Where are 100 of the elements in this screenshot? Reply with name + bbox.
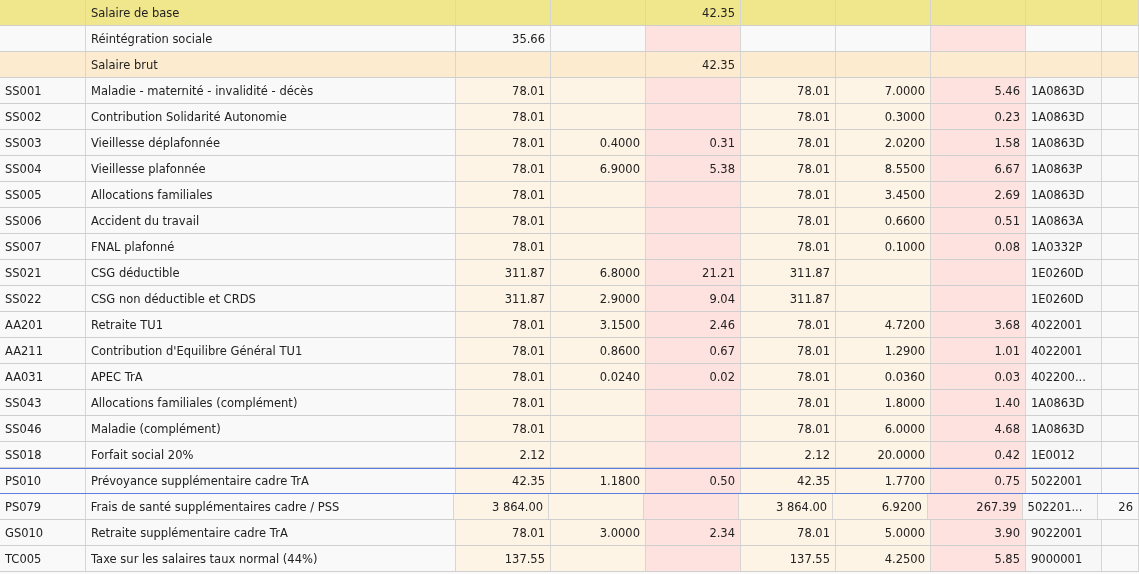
table-cell: Contribution d'Equilibre Général TU1 — [91, 343, 303, 358]
table-cell: 78.01 — [512, 525, 545, 540]
table-row[interactable]: TC005 Taxe sur les salaires taux normal (44%) 137.55 137.55 4.2500 5.85 9000001 — [0, 546, 1139, 572]
table-cell: 6.67 — [994, 161, 1020, 176]
table-cell: 78.01 — [512, 109, 545, 124]
table-cell: 35.66 — [512, 31, 545, 46]
table-cell: 42.35 — [797, 474, 830, 488]
table-cell: 78.01 — [512, 395, 545, 410]
table-cell: 4022001 — [1031, 343, 1083, 358]
table-cell: 402200... — [1031, 369, 1086, 384]
table-cell: SS006 — [5, 213, 42, 228]
table-cell: 0.67 — [709, 343, 735, 358]
table-cell: 78.01 — [797, 161, 830, 176]
table-row[interactable]: SS003 Vieillesse déplafonnée 78.01 0.4000 0.31 78.01 2.0200 1.58 1A0863D — [0, 130, 1139, 156]
table-cell: 5.0000 — [884, 525, 925, 540]
table-cell: 78.01 — [512, 369, 545, 384]
table-cell: 2.12 — [804, 447, 830, 462]
table-cell: 1.40 — [994, 395, 1020, 410]
table-cell: 4022001 — [1031, 317, 1083, 332]
table-cell: 20.0000 — [877, 447, 925, 462]
table-cell: 78.01 — [797, 343, 830, 358]
table-cell: 0.3000 — [884, 109, 925, 124]
table-cell: 78.01 — [797, 135, 830, 150]
table-cell: 78.01 — [797, 317, 830, 332]
table-cell: 1E0260D — [1031, 291, 1084, 306]
table-cell: 1.7700 — [884, 474, 925, 488]
table-cell: 1A0863D — [1031, 83, 1085, 98]
table-cell: 0.31 — [709, 135, 735, 150]
table-cell: SS001 — [5, 83, 42, 98]
table-cell: Maladie (complément) — [91, 421, 221, 436]
table-cell: 78.01 — [512, 187, 545, 202]
table-row[interactable]: Salaire brut 42.35 — [0, 52, 1139, 78]
table-cell: Salaire de base — [91, 5, 180, 20]
table-cell: 7.0000 — [884, 83, 925, 98]
table-row[interactable]: SS007 FNAL plafonné 78.01 78.01 0.1000 0.08 1A0332P — [0, 234, 1139, 260]
table-cell: 78.01 — [797, 83, 830, 98]
table-cell: 42.35 — [702, 57, 735, 72]
table-cell: 78.01 — [512, 135, 545, 150]
table-cell: 8.5500 — [884, 161, 925, 176]
table-cell: 0.75 — [994, 474, 1020, 488]
table-cell: 78.01 — [797, 109, 830, 124]
table-cell: Taxe sur les salaires taux normal (44%) — [91, 551, 318, 566]
table-row[interactable]: SS005 Allocations familiales 78.01 78.01 3.4500 2.69 1A0863D — [0, 182, 1139, 208]
table-cell: 3.0000 — [599, 525, 640, 540]
table-row[interactable]: Réintégration sociale 35.66 — [0, 26, 1139, 52]
table-cell: 78.01 — [512, 239, 545, 254]
table-cell: Salaire brut — [91, 57, 158, 72]
table-cell: FNAL plafonné — [91, 239, 175, 254]
table-cell: SS046 — [5, 421, 42, 436]
table-cell: 78.01 — [512, 161, 545, 176]
table-cell: 311.87 — [504, 291, 545, 306]
table-cell: AA201 — [5, 317, 43, 332]
table-cell: SS021 — [5, 265, 42, 280]
table-cell: PS079 — [5, 499, 42, 514]
table-cell: 311.87 — [504, 265, 545, 280]
table-cell: 1.2900 — [884, 343, 925, 358]
table-cell: 1.01 — [994, 343, 1020, 358]
table-cell: 6.0000 — [884, 421, 925, 436]
table-cell: 5022001 — [1031, 474, 1083, 488]
table-cell: 78.01 — [797, 369, 830, 384]
table-row[interactable]: SS018 Forfait social 20% 2.12 2.12 20.0000 0.42 1E0012 — [0, 442, 1139, 468]
table-row[interactable]: AA211 Contribution d'Equilibre Général TU1 78.01 0.8600 0.67 78.01 1.2900 1.01 4022001 — [0, 338, 1139, 364]
table-cell: Maladie - maternité - invalidité - décès — [91, 83, 314, 98]
table-cell: 1A0863D — [1031, 395, 1085, 410]
table-cell: 0.1000 — [884, 239, 925, 254]
table-cell: 1.58 — [994, 135, 1020, 150]
table-cell: 5.38 — [709, 161, 735, 176]
table-cell: AA211 — [5, 343, 43, 358]
table-cell: Vieillesse plafonnée — [91, 161, 206, 176]
table-cell: 137.55 — [789, 551, 830, 566]
table-cell: SS005 — [5, 187, 42, 202]
table-cell: PS010 — [5, 474, 42, 488]
table-cell: Retraite supplémentaire cadre TrA — [91, 525, 288, 540]
table-row[interactable]: AA201 Retraite TU1 78.01 3.1500 2.46 78.01 4.7200 3.68 4022001 — [0, 312, 1139, 338]
table-cell: SS002 — [5, 109, 42, 124]
table-row[interactable]: SS021 CSG déductible 311.87 6.8000 21.21 311.87 1E0260D — [0, 260, 1139, 286]
table-cell: SS004 — [5, 161, 42, 176]
table-cell: 4.68 — [994, 421, 1020, 436]
table-row[interactable]: PS079 Frais de santé supplémentaires cadre / PSS 3 864.00 3 864.00 6.9200 267.39 502201... 26 — [0, 494, 1139, 520]
table-row[interactable]: SS004 Vieillesse plafonnée 78.01 6.9000 5.38 78.01 8.5500 6.67 1A0863P — [0, 156, 1139, 182]
table-row[interactable]: Salaire de base 42.35 — [0, 0, 1139, 26]
table-row[interactable]: SS002 Contribution Solidarité Autonomie 78.01 78.01 0.3000 0.23 1A0863D — [0, 104, 1139, 130]
table-row[interactable]: GS010 Retraite supplémentaire cadre TrA 78.01 3.0000 2.34 78.01 5.0000 3.90 9022001 — [0, 520, 1139, 546]
table-cell: Forfait social 20% — [91, 447, 194, 462]
table-row[interactable]: SS046 Maladie (complément) 78.01 78.01 6.0000 4.68 1A0863D — [0, 416, 1139, 442]
table-row[interactable]: SS006 Accident du travail 78.01 78.01 0.6600 0.51 1A0863A — [0, 208, 1139, 234]
table-row[interactable]: PS010 Prévoyance supplémentaire cadre TrA 42.35 1.1800 0.50 42.35 1.7700 0.75 5022001 — [0, 468, 1139, 494]
table-cell: 78.01 — [797, 213, 830, 228]
table-cell: 5.85 — [994, 551, 1020, 566]
table-cell: 0.42 — [994, 447, 1020, 462]
table-cell: Frais de santé supplémentaires cadre / PSS — [90, 499, 340, 514]
table-row[interactable]: AA031 APEC TrA 78.01 0.0240 0.02 78.01 0.0360 0.03 402200... — [0, 364, 1139, 390]
table-cell: Accident du travail — [91, 213, 200, 228]
table-cell: 6.9200 — [881, 499, 922, 514]
table-cell: 1A0863D — [1031, 421, 1085, 436]
table-cell: Contribution Solidarité Autonomie — [91, 109, 287, 124]
table-row[interactable]: SS001 Maladie - maternité - invalidité - décès 78.01 78.01 7.0000 5.46 1A0863D — [0, 78, 1139, 104]
table-row[interactable]: SS022 CSG non déductible et CRDS 311.87 2.9000 9.04 311.87 1E0260D — [0, 286, 1139, 312]
table-row[interactable]: SS043 Allocations familiales (complément) 78.01 78.01 1.8000 1.40 1A0863D — [0, 390, 1139, 416]
table-cell: 5.46 — [994, 83, 1020, 98]
